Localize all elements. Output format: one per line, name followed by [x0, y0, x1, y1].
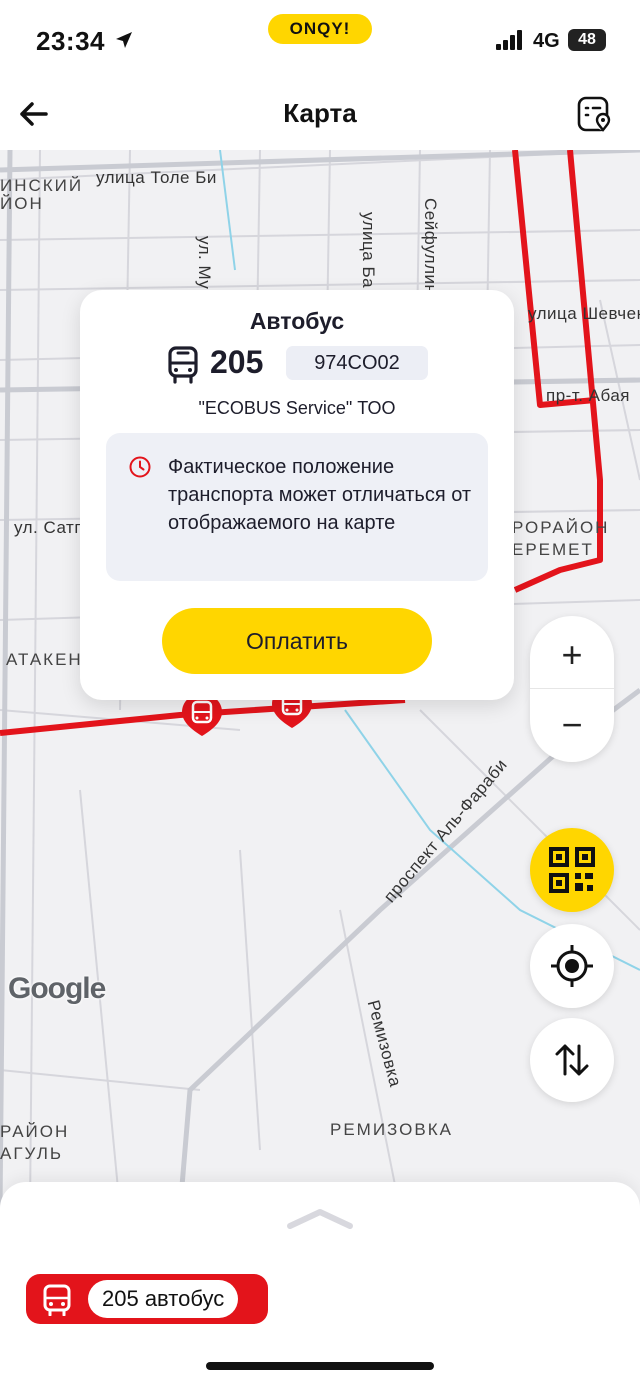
street-label: ул. Сатп — [14, 518, 85, 537]
zoom-divider — [530, 688, 614, 689]
district-label: ЙОН — [0, 194, 44, 213]
status-time: 23:34 — [36, 26, 105, 56]
district-label: ЕРЕМЕТ — [512, 540, 594, 559]
route-chip-label: 205 автобус — [88, 1280, 239, 1318]
zoom-out-button[interactable]: − — [530, 690, 614, 760]
license-plate: 974CO02 — [286, 346, 428, 380]
brand-logo: ONQY! — [268, 14, 372, 44]
district-label: АТАКЕН — [6, 650, 83, 669]
app-header: Карта — [0, 80, 640, 150]
google-attribution: Google — [8, 972, 106, 1005]
operator-name: "ECOBUS Service" ТОО — [198, 398, 396, 418]
route-chip[interactable]: 205 автобус — [26, 1274, 268, 1324]
district-label: РАЙОН — [0, 1122, 70, 1141]
warning-text: Фактическое положение транспорта может о… — [168, 456, 472, 534]
crosshair-icon — [551, 945, 593, 987]
position-warning: Фактическое положение транспорта может о… — [106, 433, 488, 581]
district-label: РЕМИЗОВКА — [330, 1120, 453, 1139]
location-arrow-icon — [116, 32, 132, 48]
bottom-sheet[interactable]: 205 автобус — [0, 1182, 640, 1385]
street-label: улица Ба — [359, 212, 378, 289]
routes-list-button[interactable] — [574, 94, 614, 134]
district-label: АГУЛЬ — [0, 1144, 64, 1163]
network-type: 4G — [533, 30, 560, 52]
qr-scan-button[interactable] — [530, 828, 614, 912]
sheet-handle-chevron-up-icon[interactable] — [286, 1206, 354, 1230]
bus-icon — [168, 346, 198, 384]
zoom-controls: + − — [530, 616, 614, 762]
route-number: 205 — [210, 344, 264, 380]
qr-code-icon — [549, 847, 595, 893]
street-label: пр-т. Абая — [546, 386, 631, 405]
vehicle-info-popup: Автобус 205 974CO02 "ECOBUS Service" ТОО… — [80, 290, 514, 700]
pay-button[interactable]: Оплатить — [162, 608, 432, 674]
signal-icon — [496, 30, 522, 50]
clock-icon — [129, 456, 151, 478]
bus-icon — [43, 1284, 71, 1316]
swap-arrows-icon — [555, 1044, 589, 1076]
route-list-pin-icon — [577, 96, 611, 132]
status-bar: 23:34 ONQY! 4G 48 — [0, 0, 640, 80]
battery-level: 48 — [568, 29, 606, 51]
district-label: ИНСКИЙ — [0, 176, 84, 195]
street-label: ул. Му — [195, 236, 214, 290]
street-label: Сейфуллина — [421, 198, 440, 305]
my-location-button[interactable] — [530, 924, 614, 1008]
street-label: улица Шевчен — [528, 304, 640, 323]
swap-direction-button[interactable] — [530, 1018, 614, 1102]
page-title: Карта — [283, 98, 357, 128]
zoom-in-button[interactable]: + — [530, 620, 614, 690]
street-label: улица Толе Би — [96, 168, 217, 187]
vehicle-type: Автобус — [249, 308, 345, 334]
district-label: РОРАЙОН — [512, 518, 610, 537]
home-indicator — [206, 1362, 434, 1370]
